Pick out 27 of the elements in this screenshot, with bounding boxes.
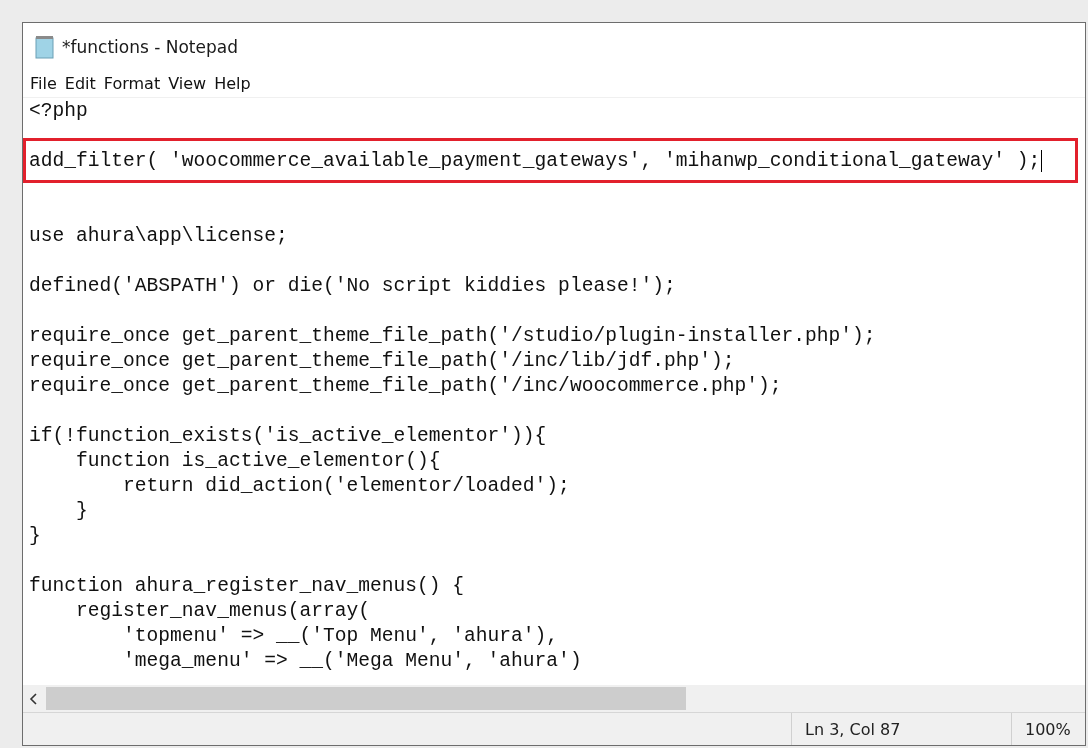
code-line: return did_action('elementor/loaded');	[122, 473, 570, 499]
code-line: add_filter( 'woocommerce_available_payment_gateways', 'mihanwp_conditional_gateway' );	[29, 148, 1041, 174]
code-line: }	[75, 498, 88, 524]
cursor-position: Ln 3, Col 87	[791, 713, 1011, 745]
menu-item[interactable]: Edit	[63, 74, 101, 93]
code-line: 'topmenu' => __('Top Menu', 'ahura'),	[122, 623, 559, 649]
menu-item[interactable]: View	[167, 74, 212, 93]
code-line: function is_active_elementor(){	[75, 448, 441, 474]
menu-item[interactable]: File	[29, 74, 62, 93]
notepad-icon	[34, 34, 56, 59]
code-line: 'mega_menu' => __('Mega Menu', 'ahura')	[122, 648, 582, 674]
scrollbar-thumb[interactable]	[46, 687, 686, 710]
code-line: defined('ABSPATH') or die('No script kiddies please!');	[29, 273, 676, 299]
menu-item[interactable]: Format	[102, 74, 166, 93]
code-line: require_once get_parent_theme_file_path('/inc/lib/jdf.php');	[29, 348, 735, 374]
horizontal-scrollbar[interactable]	[23, 685, 1085, 712]
code-line: <?php	[29, 98, 88, 124]
zoom-level: 100%	[1011, 713, 1085, 745]
code-line: require_once get_parent_theme_file_path('/inc/woocommerce.php');	[29, 373, 782, 399]
menu-item[interactable]: Help	[213, 74, 256, 93]
code-line: require_once get_parent_theme_file_path('/studio/plugin-installer.php');	[29, 323, 876, 349]
window-title: *functions - Notepad	[62, 36, 238, 57]
code-line: function ahura_register_nav_menus() {	[29, 573, 465, 599]
code-line: }	[29, 523, 41, 549]
code-line: use ahura\app\license;	[29, 223, 288, 249]
code-line: if(!function_exists('is_active_elementor')){	[29, 423, 547, 449]
code-line: register_nav_menus(array(	[75, 598, 370, 624]
